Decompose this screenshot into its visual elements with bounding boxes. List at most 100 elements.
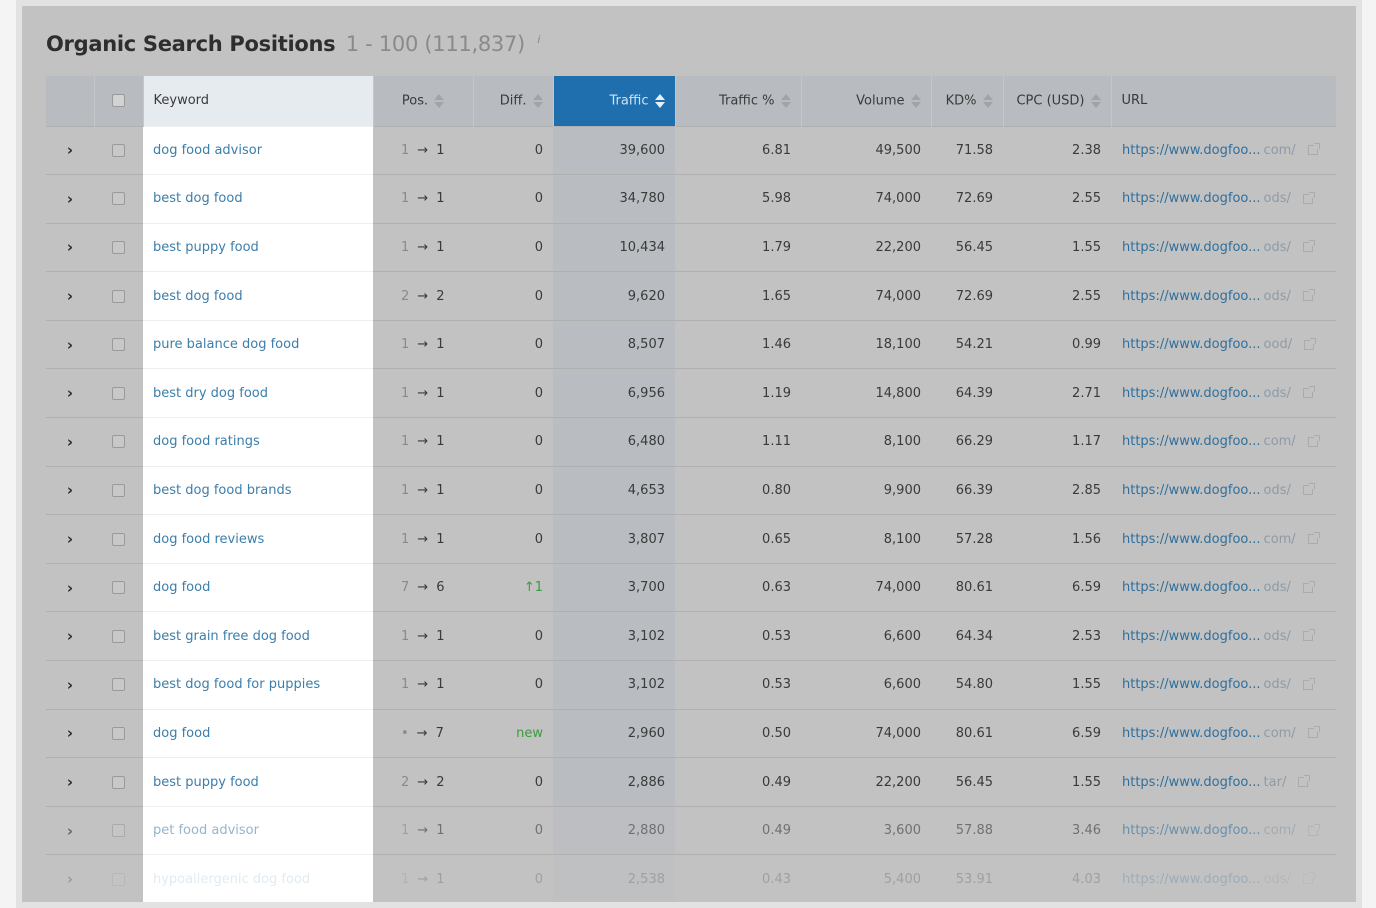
column-header-keyword[interactable]: Keyword — [143, 76, 374, 126]
external-link-icon[interactable] — [1302, 483, 1315, 496]
url-link[interactable]: https://www.dogfoo... — [1122, 434, 1261, 449]
url-link[interactable]: https://www.dogfoo... — [1122, 823, 1261, 838]
keyword-link[interactable]: dog food — [143, 708, 373, 758]
info-icon[interactable]: i — [537, 33, 540, 46]
expand-row-button[interactable]: › — [46, 611, 94, 661]
row-checkbox[interactable] — [112, 240, 125, 254]
keyword-link[interactable]: hypoallergenic dog food — [143, 854, 373, 902]
sort-icon[interactable] — [982, 93, 993, 109]
url-link[interactable]: https://www.dogfoo... — [1122, 629, 1261, 644]
external-link-icon[interactable] — [1302, 872, 1315, 885]
keyword-link[interactable]: best grain free dog food — [143, 611, 373, 661]
expand-row-button[interactable]: › — [46, 805, 94, 855]
keyword-link[interactable]: best dog food — [143, 271, 373, 321]
url-link[interactable]: https://www.dogfoo... — [1122, 337, 1261, 352]
keyword-link[interactable]: dog food advisor — [143, 125, 373, 175]
expand-row-button[interactable]: › — [46, 368, 94, 418]
expand-row-button[interactable]: › — [46, 222, 94, 272]
sort-icon[interactable] — [654, 93, 665, 109]
keyword-link[interactable]: best dog food for puppies — [143, 660, 373, 710]
sort-icon[interactable] — [434, 93, 445, 109]
row-checkbox[interactable] — [112, 338, 125, 352]
external-link-icon[interactable] — [1304, 337, 1317, 350]
sort-icon[interactable] — [780, 93, 791, 109]
keyword-link[interactable]: best puppy food — [143, 757, 373, 807]
keyword-link[interactable]: pet food advisor — [143, 805, 373, 855]
url-link[interactable]: https://www.dogfoo... — [1122, 532, 1261, 547]
row-checkbox[interactable] — [112, 678, 125, 692]
url-link[interactable]: https://www.dogfoo... — [1122, 386, 1261, 401]
expand-row-button[interactable]: › — [46, 125, 94, 175]
row-checkbox[interactable] — [112, 435, 125, 449]
column-header-diff[interactable]: Diff. — [473, 76, 554, 126]
url-link[interactable]: https://www.dogfoo... — [1122, 726, 1261, 741]
row-checkbox[interactable] — [112, 581, 125, 595]
keyword-link[interactable]: dog food — [143, 562, 373, 612]
row-checkbox[interactable] — [112, 824, 125, 838]
row-checkbox[interactable] — [112, 289, 125, 303]
column-header-kd[interactable]: KD% — [931, 76, 1004, 126]
expand-row-button[interactable]: › — [46, 514, 94, 564]
row-checkbox[interactable] — [112, 532, 125, 546]
column-header-traffic-pct[interactable]: Traffic % — [675, 76, 802, 126]
keyword-link[interactable]: best dry dog food — [143, 368, 373, 418]
expand-row-button[interactable]: › — [46, 757, 94, 807]
row-checkbox[interactable] — [112, 872, 125, 886]
external-link-icon[interactable] — [1307, 532, 1320, 545]
external-link-icon[interactable] — [1307, 143, 1320, 156]
external-link-icon[interactable] — [1302, 386, 1315, 399]
external-link-icon[interactable] — [1302, 289, 1315, 302]
url-link[interactable]: https://www.dogfoo... — [1122, 289, 1261, 304]
column-header-traffic[interactable]: Traffic — [553, 76, 676, 126]
row-checkbox[interactable] — [112, 483, 125, 497]
url-cell: https://www.dogfoo... ood/ — [1111, 319, 1336, 369]
expand-row-button[interactable]: › — [46, 708, 94, 758]
keyword-link[interactable]: best dog food brands — [143, 465, 373, 515]
sort-icon[interactable] — [910, 93, 921, 109]
expand-row-button[interactable]: › — [46, 854, 94, 902]
url-link[interactable]: https://www.dogfoo... — [1122, 775, 1261, 790]
external-link-icon[interactable] — [1307, 823, 1320, 836]
row-checkbox[interactable] — [112, 629, 125, 643]
url-link[interactable]: https://www.dogfoo... — [1122, 677, 1261, 692]
external-link-icon[interactable] — [1298, 775, 1311, 788]
external-link-icon[interactable] — [1307, 726, 1320, 739]
external-link-icon[interactable] — [1302, 191, 1315, 204]
keyword-link[interactable]: dog food reviews — [143, 514, 373, 564]
url-link[interactable]: https://www.dogfoo... — [1122, 240, 1261, 255]
row-checkbox[interactable] — [112, 726, 125, 740]
column-header-volume[interactable]: Volume — [801, 76, 932, 126]
column-header-pos[interactable]: Pos. — [373, 76, 474, 126]
external-link-icon[interactable] — [1307, 434, 1320, 447]
row-checkbox[interactable] — [112, 386, 125, 400]
expand-row-button[interactable]: › — [46, 174, 94, 224]
row-checkbox[interactable] — [112, 143, 125, 157]
expand-row-button[interactable]: › — [46, 660, 94, 710]
url-link[interactable]: https://www.dogfoo... — [1122, 872, 1261, 887]
expand-row-button[interactable]: › — [46, 465, 94, 515]
select-all-checkbox[interactable] — [112, 94, 125, 108]
url-link[interactable]: https://www.dogfoo... — [1122, 191, 1261, 206]
external-link-icon[interactable] — [1302, 677, 1315, 690]
external-link-icon[interactable] — [1302, 629, 1315, 642]
expand-row-button[interactable]: › — [46, 562, 94, 612]
external-link-icon[interactable] — [1302, 240, 1315, 253]
sort-icon[interactable] — [1090, 93, 1101, 109]
sort-icon[interactable] — [532, 93, 543, 109]
external-link-icon[interactable] — [1302, 580, 1315, 593]
keyword-link[interactable]: dog food ratings — [143, 417, 373, 467]
keyword-link[interactable]: best dog food — [143, 174, 373, 224]
keyword-link[interactable]: best puppy food — [143, 222, 373, 272]
expand-row-button[interactable]: › — [46, 319, 94, 369]
row-checkbox[interactable] — [112, 192, 125, 206]
row-select-cell — [94, 271, 143, 321]
expand-row-button[interactable]: › — [46, 417, 94, 467]
url-link[interactable]: https://www.dogfoo... — [1122, 483, 1261, 498]
column-header-cpc[interactable]: CPC (USD) — [1003, 76, 1112, 126]
expand-row-button[interactable]: › — [46, 271, 94, 321]
url-link[interactable]: https://www.dogfoo... — [1122, 143, 1261, 158]
url-link[interactable]: https://www.dogfoo... — [1122, 580, 1261, 595]
keyword-link[interactable]: pure balance dog food — [143, 319, 373, 369]
row-checkbox[interactable] — [112, 775, 125, 789]
previous-position: 1 — [401, 823, 410, 839]
